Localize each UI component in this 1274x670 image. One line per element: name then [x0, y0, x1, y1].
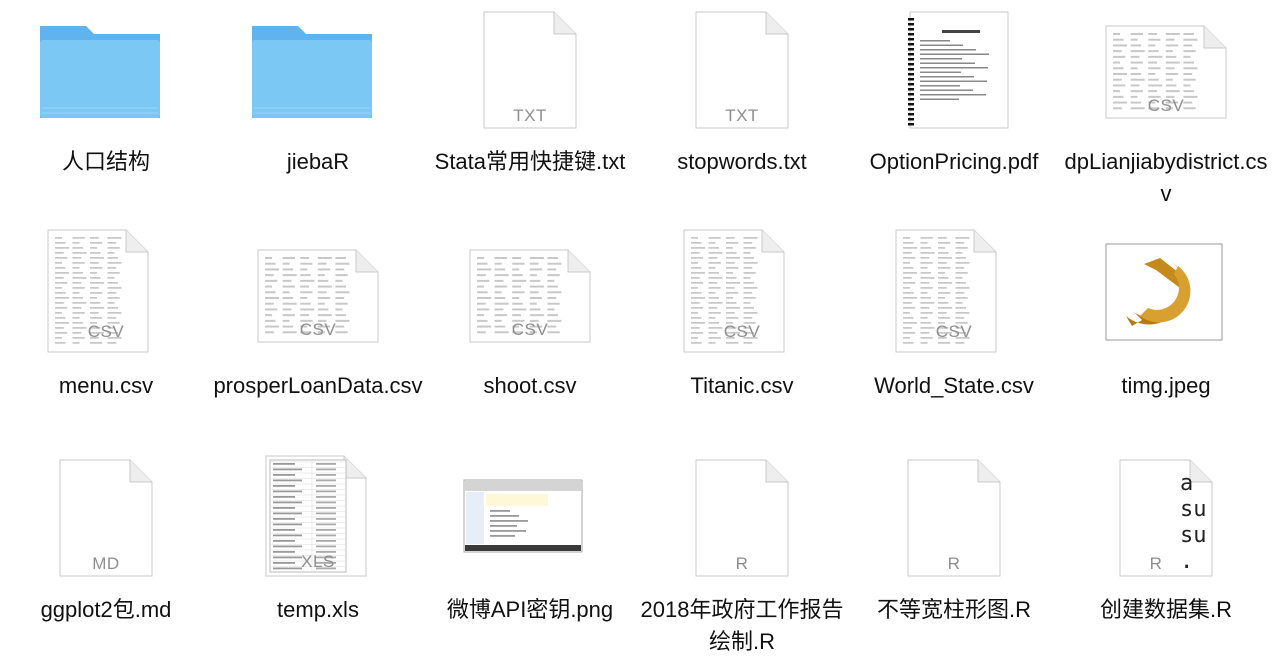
svg-text:a: a	[1180, 471, 1193, 496]
file-type-badge: CSV	[935, 322, 973, 341]
file-item[interactable]: timg.jpeg	[1060, 224, 1272, 448]
finder-icon-grid: 人口结构 jiebaR TXT Stata常用快捷键.txt TXT stopwords.…	[0, 0, 1274, 670]
pdf-preview-icon	[848, 0, 1060, 132]
file-name-label: shoot.csv	[483, 373, 577, 398]
svg-text:su: su	[1180, 497, 1207, 522]
file-type-badge: MD	[92, 554, 120, 573]
file-item[interactable]: CSV dpLianjiabydistrict.csv	[1060, 0, 1272, 224]
file-item[interactable]: CSV prosperLoanData.csv	[212, 224, 424, 448]
file-item[interactable]: XLS temp.xls	[212, 448, 424, 670]
file-item[interactable]: a su su. R 创建数据集.R	[1060, 448, 1272, 670]
screenshot-image-icon	[424, 448, 636, 580]
folder-icon	[212, 0, 424, 132]
file-item[interactable]: MD ggplot2包.md	[0, 448, 212, 670]
file-name-label: OptionPricing.pdf	[869, 149, 1039, 174]
file-type-badge: XLS	[301, 552, 335, 571]
file-type-badge: CSV	[511, 320, 549, 339]
file-name-label: jiebaR	[286, 149, 350, 174]
svg-text:su: su	[1180, 523, 1207, 548]
file-name-label: 人口结构	[61, 149, 150, 174]
file-type-badge: TXT	[513, 106, 547, 125]
file-name-label: stopwords.txt	[677, 149, 807, 174]
file-name-label: temp.xls	[277, 597, 359, 622]
file-item[interactable]: 微博API密钥.png	[424, 448, 636, 670]
file-name-label: menu.csv	[58, 373, 154, 398]
file-name-label: 微博API密钥.png	[446, 597, 614, 622]
file-type-badge: CSV	[87, 322, 125, 341]
file-type-badge: CSV	[299, 320, 337, 339]
folder-icon	[0, 0, 212, 132]
file-name-label: ggplot2包.md	[40, 597, 172, 622]
file-name-label: World_State.csv	[874, 373, 1034, 398]
file-name-label: 创建数据集.R	[1099, 597, 1232, 622]
file-item[interactable]: R 不等宽柱形图.R	[848, 448, 1060, 670]
file-type-badge: CSV	[1147, 96, 1185, 115]
file-item[interactable]: OptionPricing.pdf	[848, 0, 1060, 224]
file-item[interactable]: CSV shoot.csv	[424, 224, 636, 448]
file-item[interactable]: CSV Titanic.csv	[636, 224, 848, 448]
file-item[interactable]: TXT stopwords.txt	[636, 0, 848, 224]
file-item[interactable]: jiebaR	[212, 0, 424, 224]
file-item[interactable]: TXT Stata常用快捷键.txt	[424, 0, 636, 224]
file-type-badge: CSV	[723, 322, 761, 341]
file-type-badge: TXT	[725, 106, 759, 125]
file-name-label: Stata常用快捷键.txt	[434, 149, 626, 174]
file-name-label: prosperLoanData.csv	[213, 373, 423, 398]
hammer-sickle-image-icon	[1060, 224, 1272, 356]
file-item[interactable]: CSV World_State.csv	[848, 224, 1060, 448]
file-type-badge: R	[735, 554, 749, 573]
file-type-badge: R	[947, 554, 961, 573]
file-item[interactable]: 人口结构	[0, 0, 212, 224]
file-item[interactable]: CSV menu.csv	[0, 224, 212, 448]
file-name-label: 2018年政府工作报告绘制.R	[640, 597, 844, 654]
file-type-badge: R	[1149, 554, 1163, 573]
file-name-label: timg.jpeg	[1121, 373, 1211, 398]
file-name-label: Titanic.csv	[690, 373, 794, 398]
file-name-label: dpLianjiabydistrict.csv	[1064, 149, 1268, 206]
file-item[interactable]: R 2018年政府工作报告绘制.R	[636, 448, 848, 670]
file-name-label: 不等宽柱形图.R	[876, 597, 1031, 622]
